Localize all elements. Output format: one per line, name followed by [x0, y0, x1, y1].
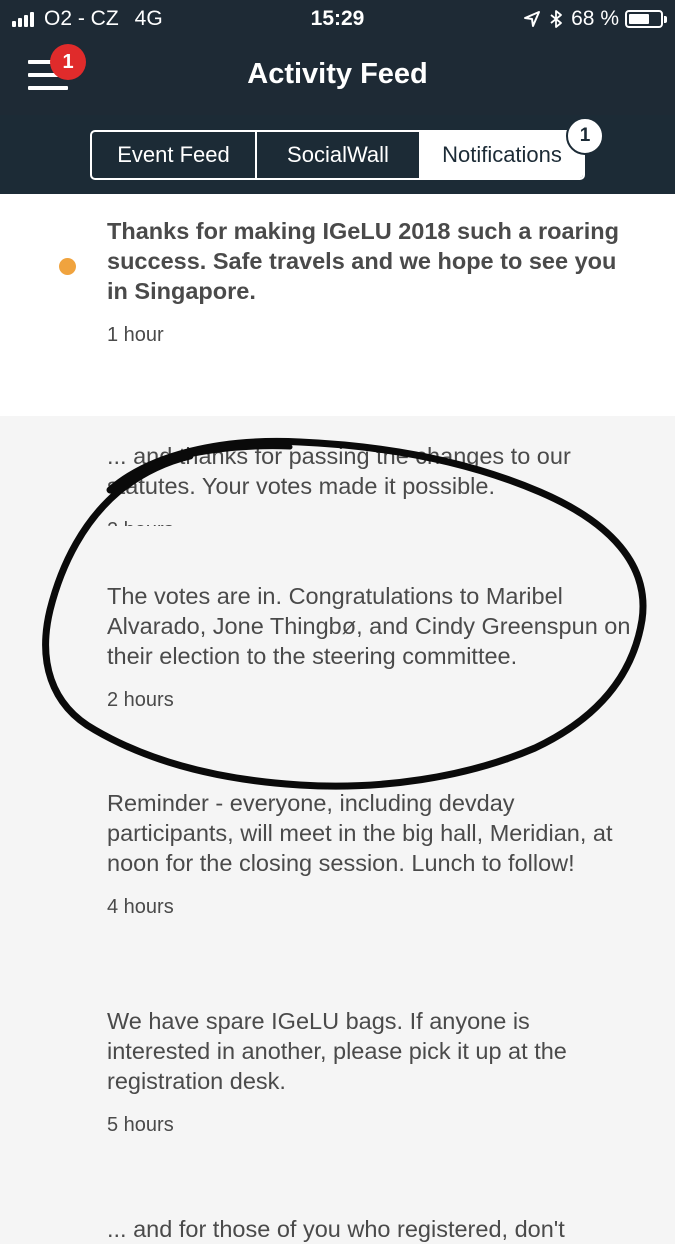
- notification-item[interactable]: Thanks for making IGeLU 2018 such a roar…: [0, 194, 675, 416]
- notification-item[interactable]: We have spare IGeLU bags. If anyone is i…: [0, 951, 675, 1176]
- tab-bar: Event Feed SocialWall Notifications 1: [0, 115, 675, 194]
- notification-item[interactable]: ... and thanks for passing the changes t…: [0, 416, 675, 541]
- location-arrow-icon: [524, 11, 541, 27]
- unread-dot-icon: [59, 258, 76, 275]
- notification-time: 2 hours: [107, 689, 174, 711]
- notification-item[interactable]: The votes are in. Congratulations to Mar…: [0, 526, 675, 741]
- notification-time: 5 hours: [107, 1114, 174, 1136]
- tab-notifications[interactable]: Notifications: [421, 132, 583, 178]
- notification-text: ... and thanks for passing the changes t…: [107, 443, 571, 499]
- notifications-badge: 1: [566, 117, 604, 155]
- battery-fill: [629, 14, 649, 24]
- notification-text: We have spare IGeLU bags. If anyone is i…: [107, 1008, 567, 1094]
- page-title: Activity Feed: [247, 58, 428, 90]
- notification-item[interactable]: ... and for those of you who registered,…: [0, 1176, 675, 1242]
- notification-time: 4 hours: [107, 896, 174, 918]
- notification-text: ... and for those of you who registered,…: [107, 1216, 565, 1242]
- status-bar: O2 - CZ 4G 15:29 68 %: [0, 0, 675, 38]
- segmented-control: Event Feed SocialWall Notifications: [90, 130, 585, 180]
- status-right: 68 %: [523, 7, 667, 31]
- tab-socialwall[interactable]: SocialWall: [257, 132, 421, 178]
- notification-item[interactable]: Reminder - everyone, including devday pa…: [0, 741, 675, 951]
- battery-percent: 68 %: [571, 7, 619, 30]
- navigation-bar: 1 Activity Feed: [0, 38, 675, 115]
- bluetooth-icon: [550, 10, 563, 28]
- tab-event-feed[interactable]: Event Feed: [92, 132, 257, 178]
- notification-list: Thanks for making IGeLU 2018 such a roar…: [0, 194, 675, 1242]
- notification-text: Thanks for making IGeLU 2018 such a roar…: [107, 218, 619, 304]
- notification-time: 1 hour: [107, 324, 164, 346]
- notification-text: Reminder - everyone, including devday pa…: [107, 790, 613, 876]
- notification-text: The votes are in. Congratulations to Mar…: [107, 583, 631, 669]
- battery-icon: [625, 10, 667, 28]
